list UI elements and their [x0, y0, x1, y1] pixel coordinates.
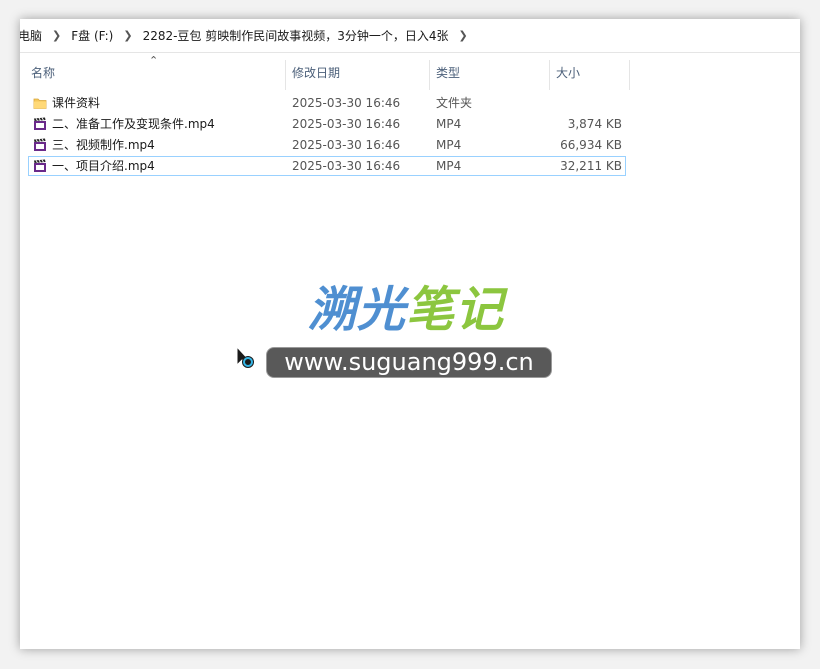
file-size: 32,211 KB	[560, 159, 622, 173]
column-header-name[interactable]: 名称	[25, 60, 286, 90]
file-row-selected[interactable]: 一、项目介绍.mp4 2025-03-30 16:46 MP4 32,211 K…	[28, 156, 626, 176]
file-row[interactable]: 三、视频制作.mp4 2025-03-30 16:46 MP4 66,934 K…	[28, 135, 626, 155]
chevron-right-icon[interactable]: ❯	[451, 29, 476, 42]
video-file-icon	[34, 138, 46, 151]
watermark-url: www.suguang999.cn	[266, 347, 552, 378]
file-row[interactable]: 二、准备工作及变现条件.mp4 2025-03-30 16:46 MP4 3,8…	[28, 114, 626, 134]
file-type: 文件夹	[436, 96, 473, 110]
file-type: MP4	[436, 159, 462, 173]
file-name: 一、项目介绍.mp4	[52, 159, 155, 173]
file-date: 2025-03-30 16:46	[292, 96, 401, 110]
column-header-row: ⌃ 名称 修改日期 类型 大小	[20, 54, 630, 90]
breadcrumb-item-computer[interactable]: 电脑	[20, 27, 44, 44]
cursor-icon	[236, 346, 254, 368]
file-size: 66,934 KB	[560, 138, 622, 152]
watermark-logo: 溯光笔记	[308, 283, 504, 337]
chevron-right-icon[interactable]: ❯	[115, 29, 140, 42]
file-type: MP4	[436, 117, 462, 131]
file-type: MP4	[436, 138, 462, 152]
file-name: 课件资料	[52, 96, 101, 110]
file-size	[548, 93, 622, 113]
video-file-icon	[34, 117, 46, 130]
file-date: 2025-03-30 16:46	[292, 117, 401, 131]
column-header-type[interactable]: 类型	[430, 60, 550, 90]
file-row[interactable]: 课件资料 2025-03-30 16:46 文件夹	[28, 93, 626, 113]
file-name: 二、准备工作及变现条件.mp4	[52, 117, 215, 131]
breadcrumb-item-drive[interactable]: F盘 (F:)	[69, 27, 115, 44]
file-date: 2025-03-30 16:46	[292, 138, 401, 152]
breadcrumb-item-folder[interactable]: 2282-豆包 剪映制作民间故事视频，3分钟一个，日入4张	[141, 27, 451, 44]
watermark-logo-part2: 笔记	[406, 282, 505, 338]
column-header-date[interactable]: 修改日期	[286, 60, 430, 90]
file-date: 2025-03-30 16:46	[292, 159, 401, 173]
watermark-logo-part1: 溯光	[308, 282, 407, 338]
chevron-right-icon[interactable]: ❯	[44, 29, 69, 42]
video-file-icon	[34, 159, 46, 172]
file-name: 三、视频制作.mp4	[52, 138, 155, 152]
column-header-size[interactable]: 大小	[550, 60, 630, 90]
breadcrumb: 电脑 ❯ F盘 (F:) ❯ 2282-豆包 剪映制作民间故事视频，3分钟一个，…	[20, 19, 800, 53]
folder-icon	[33, 98, 47, 109]
file-size: 3,874 KB	[567, 117, 622, 131]
